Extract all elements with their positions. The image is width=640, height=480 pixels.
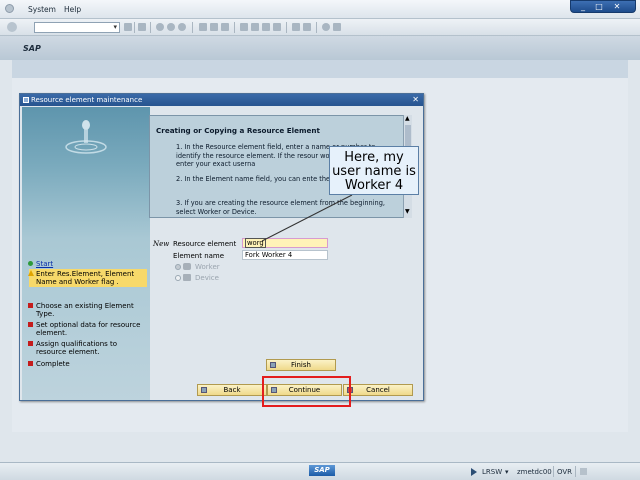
new-session-icon[interactable] <box>292 23 300 31</box>
dialog-title: Resource element maintenance <box>31 96 143 104</box>
worker-icon <box>183 263 191 270</box>
device-icon <box>183 274 191 281</box>
previous-page-icon[interactable] <box>251 23 259 31</box>
step-label: Choose an existing Element Type. <box>36 302 134 318</box>
resource-element-value: worg <box>245 238 266 248</box>
standard-toolbar: ▾ <box>0 19 640 36</box>
new-label: New <box>153 240 170 248</box>
cancel-label: Cancel <box>366 386 390 394</box>
chevron-down-icon[interactable]: ▾ <box>113 23 117 31</box>
continue-highlight-box <box>262 376 351 407</box>
close-window-button[interactable]: ✕ <box>611 2 623 11</box>
help-paragraph-3: 3. If you are creating the resource elem… <box>176 199 385 216</box>
device-radio[interactable] <box>175 275 181 281</box>
step-todo-icon <box>28 322 33 327</box>
step-label: Enter Res.Element, Element Name and Work… <box>36 270 135 286</box>
find-next-icon[interactable] <box>221 23 229 31</box>
cancel-icon[interactable] <box>178 23 186 31</box>
find-icon[interactable] <box>210 23 218 31</box>
sap-menu-icon[interactable] <box>5 4 14 13</box>
save-icon[interactable] <box>138 23 146 31</box>
scroll-up-icon[interactable]: ▲ <box>405 116 410 122</box>
menu-system[interactable]: System <box>28 5 56 14</box>
command-field[interactable]: ▾ <box>34 22 120 33</box>
help-heading: Creating or Copying a Resource Element <box>156 126 320 135</box>
enter-icon[interactable] <box>7 22 17 32</box>
cancel-button[interactable]: Cancel <box>343 384 413 396</box>
element-name-field[interactable]: Fork Worker 4 <box>242 250 328 260</box>
menu-help[interactable]: Help <box>64 5 81 14</box>
back-icon[interactable] <box>156 23 164 31</box>
resource-element-label: Resource element <box>173 240 237 248</box>
menu-bar: System Help _ □ ✕ <box>0 0 640 19</box>
help-icon[interactable] <box>322 23 330 31</box>
finish-button[interactable]: Finish <box>266 359 336 371</box>
lock-icon <box>580 468 587 475</box>
server-name: zmetdc00 <box>517 468 552 476</box>
window-icon <box>23 97 29 103</box>
wizard-step-complete[interactable]: Complete <box>28 360 70 368</box>
history-icon[interactable] <box>124 23 132 31</box>
maximize-button[interactable]: □ <box>593 2 605 11</box>
wizard-step-qualifications[interactable]: Assign qualifications to resource elemen… <box>28 340 147 356</box>
status-dropdown[interactable]: ▾ <box>505 468 509 476</box>
page-title: SAP <box>23 44 41 53</box>
scroll-down-icon[interactable]: ▼ <box>405 209 410 215</box>
annotation-callout: Here, my user name is Worker 4 <box>329 146 419 195</box>
step-label: Set optional data for resource element. <box>36 321 141 337</box>
toolbar-separator <box>134 22 135 33</box>
worker-radio[interactable] <box>175 264 181 270</box>
play-icon[interactable] <box>471 468 477 476</box>
back-button[interactable]: Back <box>197 384 267 396</box>
device-label: Device <box>195 274 219 282</box>
layout-icon[interactable] <box>333 23 341 31</box>
sap-logo: SAP <box>309 465 335 476</box>
warning-triangle-icon <box>28 270 34 276</box>
toolbar-separator <box>316 22 317 33</box>
element-name-value: Fork Worker 4 <box>245 251 293 259</box>
print-icon[interactable] <box>199 23 207 31</box>
finish-label: Finish <box>291 361 311 369</box>
wizard-step-start[interactable]: Start <box>28 260 53 268</box>
toolbar-separator <box>192 22 193 33</box>
step-label: Assign qualifications to resource elemen… <box>36 340 118 356</box>
transaction-code: LRSW <box>482 468 503 476</box>
toolbar-separator <box>286 22 287 33</box>
application-toolbar <box>12 60 628 78</box>
exit-icon[interactable] <box>167 23 175 31</box>
step-todo-icon <box>28 303 33 308</box>
wizard-step-element-type[interactable]: Choose an existing Element Type. <box>28 302 147 318</box>
status-separator <box>553 466 554 477</box>
back-icon <box>201 387 207 393</box>
next-page-icon[interactable] <box>262 23 270 31</box>
wizard-steps-panel: Start Enter Res.Element, Element Name an… <box>22 107 150 400</box>
last-page-icon[interactable] <box>273 23 281 31</box>
worker-label: Worker <box>195 263 220 271</box>
title-bar: SAP <box>0 36 640 60</box>
dialog-title-bar: Resource element maintenance ✕ <box>20 94 423 106</box>
step-todo-icon <box>28 361 33 366</box>
step-label: Complete <box>36 360 70 368</box>
window-controls: _ □ ✕ <box>570 0 636 13</box>
resource-element-field[interactable]: worg <box>242 238 328 248</box>
step-todo-icon <box>28 341 33 346</box>
minimize-button[interactable]: _ <box>577 2 589 11</box>
status-bar: SAP LRSW ▾ zmetdc00 OVR <box>0 462 640 480</box>
element-name-label: Element name <box>173 252 225 260</box>
first-page-icon[interactable] <box>240 23 248 31</box>
shortcut-icon[interactable] <box>303 23 311 31</box>
resource-element-dialog: Resource element maintenance ✕ Start Ent… <box>19 93 424 401</box>
toolbar-separator <box>234 22 235 33</box>
status-separator <box>575 466 576 477</box>
wizard-step-optional-data[interactable]: Set optional data for resource element. <box>28 321 147 337</box>
insert-mode: OVR <box>557 468 573 476</box>
finish-icon <box>270 362 276 368</box>
dialog-close-button[interactable]: ✕ <box>412 94 419 106</box>
toolbar-separator <box>150 22 151 33</box>
step-done-icon <box>28 261 33 266</box>
back-label: Back <box>223 386 241 394</box>
wizard-step-enter-res-element[interactable]: Enter Res.Element, Element Name and Work… <box>28 269 147 287</box>
water-droplet-icon <box>65 120 107 154</box>
